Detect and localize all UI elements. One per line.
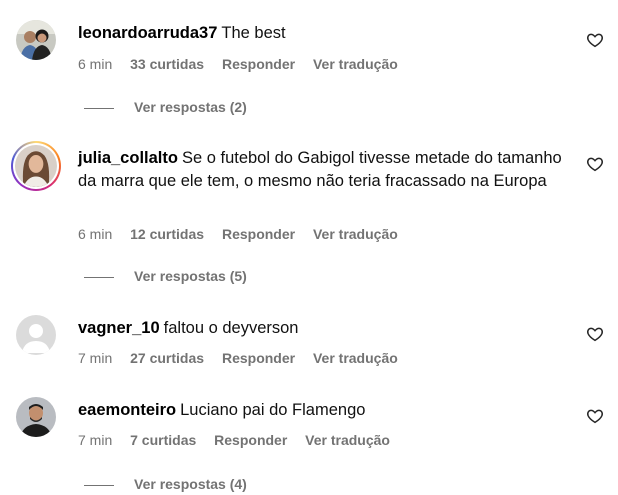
- replies-divider: [84, 107, 114, 109]
- heart-icon[interactable]: [586, 407, 604, 425]
- comment-meta: 6 min 12 curtidas Responder Ver tradução: [78, 226, 412, 242]
- reply-button[interactable]: Responder: [222, 226, 295, 242]
- comment-meta: 6 min 33 curtidas Responder Ver tradução: [78, 56, 412, 72]
- comment-body: The best: [221, 24, 286, 42]
- likes-count[interactable]: 7 curtidas: [130, 432, 196, 448]
- likes-count[interactable]: 12 curtidas: [130, 226, 204, 242]
- translate-button[interactable]: Ver tradução: [313, 56, 398, 72]
- comment-time: 6 min: [78, 226, 113, 242]
- likes-count[interactable]: 33 curtidas: [130, 56, 204, 72]
- likes-count[interactable]: 27 curtidas: [130, 350, 204, 366]
- translate-button[interactable]: Ver tradução: [305, 432, 390, 448]
- comment-username[interactable]: vagner_10: [78, 319, 160, 337]
- reply-button[interactable]: Responder: [214, 432, 287, 448]
- translate-button[interactable]: Ver tradução: [313, 350, 398, 366]
- view-replies-label[interactable]: Ver respostas (5): [134, 268, 247, 284]
- comment-username[interactable]: julia_collalto: [78, 149, 178, 167]
- translate-button[interactable]: Ver tradução: [313, 226, 398, 242]
- story-ring[interactable]: [11, 141, 61, 191]
- comment-text: leonardoarruda37 The best: [78, 22, 568, 45]
- view-replies-label[interactable]: Ver respostas (4): [134, 476, 247, 492]
- replies-divider: [84, 484, 114, 486]
- comment-body: faltou o deyverson: [163, 319, 299, 337]
- heart-icon[interactable]: [586, 31, 604, 49]
- view-replies-button[interactable]: Ver respostas (2): [84, 99, 247, 115]
- replies-divider: [84, 276, 114, 278]
- comment-text: julia_collalto Se o futebol do Gabigol ti…: [78, 147, 568, 193]
- avatar[interactable]: [15, 145, 57, 187]
- avatar[interactable]: [16, 315, 56, 355]
- heart-icon[interactable]: [586, 325, 604, 343]
- avatar[interactable]: [16, 20, 56, 60]
- avatar[interactable]: [16, 397, 56, 437]
- reply-button[interactable]: Responder: [222, 56, 295, 72]
- comment-body: Luciano pai do Flamengo: [180, 401, 366, 419]
- heart-icon[interactable]: [586, 155, 604, 173]
- comment-time: 6 min: [78, 56, 113, 72]
- comment-meta: 7 min 7 curtidas Responder Ver tradução: [78, 432, 404, 448]
- view-replies-button[interactable]: Ver respostas (5): [84, 268, 247, 284]
- view-replies-label[interactable]: Ver respostas (2): [134, 99, 247, 115]
- reply-button[interactable]: Responder: [222, 350, 295, 366]
- comment-meta: 7 min 27 curtidas Responder Ver tradução: [78, 350, 412, 366]
- comment-username[interactable]: eaemonteiro: [78, 401, 176, 419]
- comment-text: eaemonteiro Luciano pai do Flamengo: [78, 399, 568, 422]
- comment-text: vagner_10 faltou o deyverson: [78, 317, 568, 340]
- comment-username[interactable]: leonardoarruda37: [78, 24, 217, 42]
- view-replies-button[interactable]: Ver respostas (4): [84, 476, 247, 492]
- comment-time: 7 min: [78, 350, 113, 366]
- comment-time: 7 min: [78, 432, 113, 448]
